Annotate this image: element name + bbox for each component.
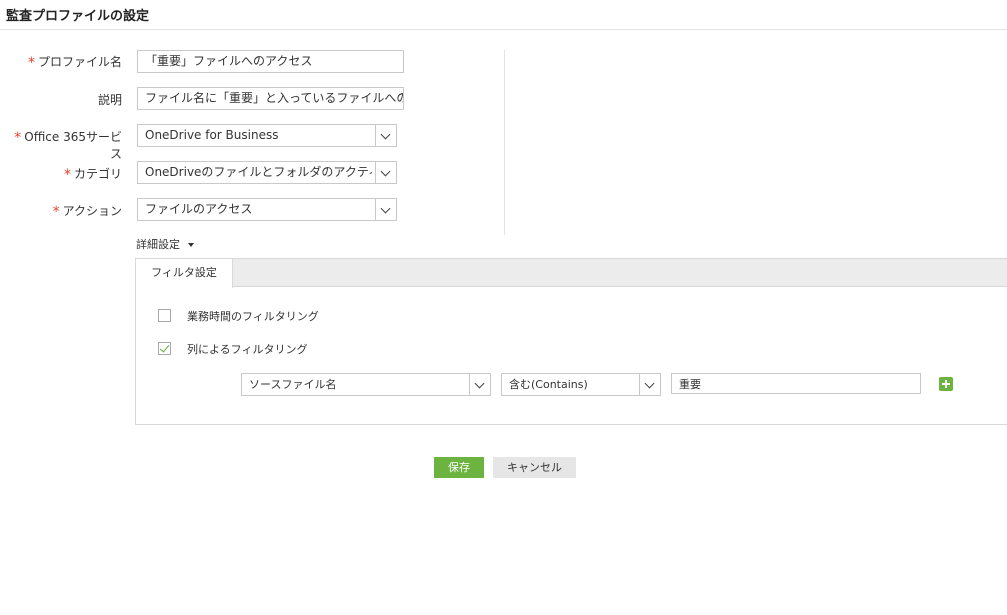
category-select[interactable]: OneDriveのファイルとフォルダのアクティビティ: [137, 161, 397, 184]
form-divider: [504, 50, 505, 235]
cancel-button[interactable]: キャンセル: [493, 457, 576, 478]
check-icon: [159, 342, 170, 353]
tab-filter-settings[interactable]: フィルタ設定: [136, 259, 233, 288]
page-title: 監査プロファイルの設定: [6, 9, 150, 24]
chevron-down-icon: [380, 166, 391, 177]
description-field[interactable]: ファイル名に「重要」と入っているファイルへのアクセス: [137, 87, 404, 110]
column-filter-label: 列によるフィルタリング: [187, 343, 308, 356]
filter-operator-select[interactable]: 含む(Contains): [501, 373, 661, 396]
category-label: * カテゴリ: [63, 167, 122, 183]
profile-name-field[interactable]: 「重要」ファイルへのアクセス: [137, 50, 404, 73]
title-divider: [0, 29, 1007, 30]
chevron-down-icon: [380, 203, 391, 214]
dropdown-arrow[interactable]: [469, 374, 490, 395]
action-select-value: ファイルのアクセス: [145, 202, 253, 216]
column-filter-checkbox[interactable]: [158, 342, 171, 355]
service-select-value: OneDrive for Business: [145, 128, 279, 142]
action-label: * アクション: [52, 204, 122, 220]
tab-bar: フィルタ設定: [136, 259, 1007, 288]
required-marker: *: [63, 167, 71, 183]
description-label: 説明: [97, 93, 122, 107]
dropdown-arrow[interactable]: [375, 125, 396, 146]
caret-down-icon: [188, 243, 194, 247]
save-button[interactable]: 保存: [434, 457, 484, 478]
filter-column-value: ソースファイル名: [249, 378, 337, 391]
required-marker: *: [27, 55, 35, 71]
service-select[interactable]: OneDrive for Business: [137, 124, 397, 147]
business-hours-label: 業務時間のフィルタリング: [187, 310, 319, 323]
required-marker: *: [14, 130, 22, 146]
chevron-down-icon: [474, 378, 485, 389]
advanced-settings-toggle[interactable]: 詳細設定: [136, 236, 194, 252]
dropdown-arrow[interactable]: [375, 199, 396, 220]
profile-name-label: * プロファイル名: [27, 55, 122, 71]
category-select-value: OneDriveのファイルとフォルダのアクティビティ: [145, 165, 372, 179]
filter-column-select[interactable]: ソースファイル名: [241, 373, 491, 396]
dropdown-arrow[interactable]: [639, 374, 660, 395]
business-hours-checkbox[interactable]: [158, 309, 171, 322]
service-label: * Office 365サービス: [14, 130, 122, 161]
dropdown-arrow[interactable]: [375, 162, 396, 183]
filter-value-input[interactable]: 重要: [671, 373, 921, 394]
action-select[interactable]: ファイルのアクセス: [137, 198, 397, 221]
plus-icon[interactable]: [939, 377, 953, 391]
chevron-down-icon: [644, 378, 655, 389]
required-marker: *: [52, 204, 60, 220]
chevron-down-icon: [380, 129, 391, 140]
filter-operator-value: 含む(Contains): [509, 378, 588, 391]
